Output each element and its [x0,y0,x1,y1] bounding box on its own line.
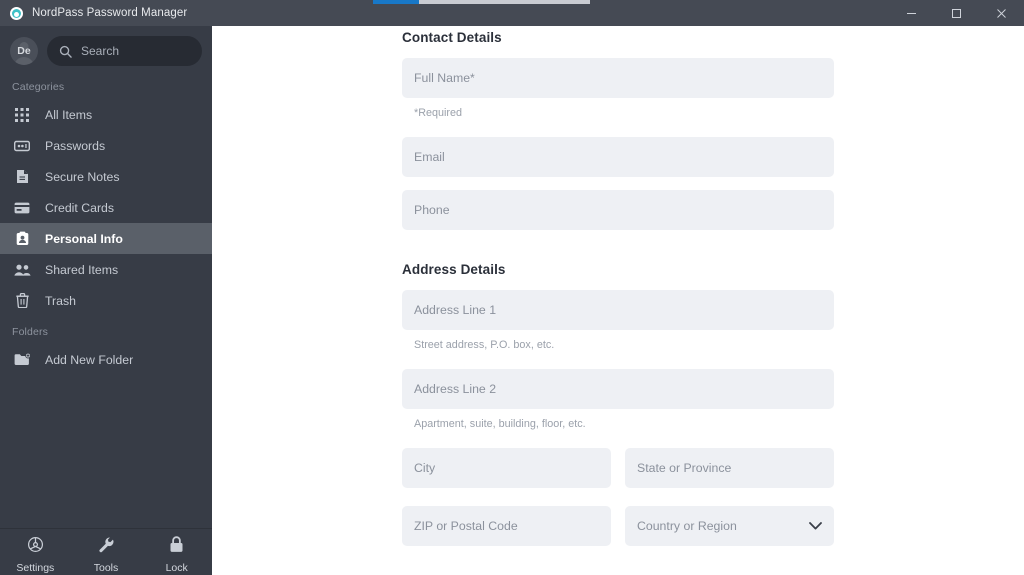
city-state-row: City State or Province [402,448,1024,488]
address-line-1-field[interactable]: Address Line 1 [402,290,834,330]
window-title: NordPass Password Manager [32,7,188,19]
zip-country-row: ZIP or Postal Code Country or Region [402,506,1024,546]
folders-label: Folders [12,326,49,338]
required-note: *Required [414,107,463,119]
progress-bar-fill [373,0,419,4]
search-icon [59,45,72,58]
zip-field[interactable]: ZIP or Postal Code [402,506,611,546]
zip-placeholder: ZIP or Postal Code [414,519,518,533]
address-line-2-field[interactable]: Address Line 2 [402,369,834,409]
grid-icon [12,106,32,124]
add-folder-icon [12,351,32,369]
chevron-down-icon [809,522,822,530]
maximize-icon[interactable] [934,0,979,26]
sidebar-item-add-new-folder[interactable]: Add New Folder [0,344,212,375]
lock-icon [169,536,184,558]
wrench-icon [98,536,115,558]
country-placeholder: Country or Region [637,519,737,533]
categories-label: Categories [12,81,65,93]
sidebar-item-label: Shared Items [45,262,119,277]
sidebar-item-personal-info[interactable]: Personal Info [0,223,212,254]
search-input[interactable]: Search [47,36,202,66]
sidebar-header: De Search [0,31,212,71]
country-select[interactable]: Country or Region [625,506,834,546]
sidebar-item-label: Trash [45,293,76,308]
avatar-initials: De [17,45,31,57]
city-field[interactable]: City [402,448,611,488]
close-icon[interactable] [979,0,1024,26]
full-name-placeholder: Full Name* [414,71,475,85]
app-window: NordPass Password Manager De Search Cate… [0,0,1024,575]
sidebar-item-shared-items[interactable]: Shared Items [0,254,212,285]
sidebar-item-label: Add New Folder [45,352,134,367]
address-line-1-helper: Street address, P.O. box, etc. [414,339,555,351]
address-line-1-placeholder: Address Line 1 [414,303,497,317]
email-field[interactable]: Email [402,137,834,177]
address-line-2-placeholder: Address Line 2 [414,382,497,396]
sidebar-item-secure-notes[interactable]: Secure Notes [0,161,212,192]
lock-label: Lock [165,562,188,574]
nordpass-logo-icon [10,6,23,20]
full-name-field[interactable]: Full Name* [402,58,834,98]
sidebar-item-label: Secure Notes [45,169,120,184]
settings-label: Settings [16,562,55,574]
trash-icon [12,292,32,310]
id-card-icon [12,230,32,248]
sidebar-item-label: Personal Info [45,231,123,246]
sidebar-item-label: Passwords [45,138,106,153]
password-icon [12,137,32,155]
sidebar-item-label: All Items [45,107,93,122]
sidebar-footer: Settings Tools Lock [0,529,212,575]
tools-button[interactable]: Tools [71,536,142,574]
phone-field[interactable]: Phone [402,190,834,230]
sidebar-item-all-items[interactable]: All Items [0,99,212,130]
address-line-2-helper: Apartment, suite, building, floor, etc. [414,418,586,430]
search-placeholder: Search [81,44,120,58]
email-placeholder: Email [414,150,445,164]
sidebar-item-credit-cards[interactable]: Credit Cards [0,192,212,223]
sidebar-item-label: Credit Cards [45,200,115,215]
sidebar-item-trash[interactable]: Trash [0,285,212,316]
city-placeholder: City [414,461,436,475]
sidebar-item-passwords[interactable]: Passwords [0,130,212,161]
settings-button[interactable]: Settings [0,536,71,574]
gear-icon [27,536,44,558]
state-placeholder: State or Province [637,461,732,475]
minimize-icon[interactable] [889,0,934,26]
lock-button[interactable]: Lock [141,536,212,574]
people-icon [12,261,32,279]
state-field[interactable]: State or Province [625,448,834,488]
credit-card-icon [12,199,32,217]
note-icon [12,168,32,186]
window-controls [889,0,1024,26]
phone-placeholder: Phone [414,203,450,217]
avatar[interactable]: De [10,37,38,65]
tools-label: Tools [93,562,119,574]
address-details-heading: Address Details [402,262,506,277]
avatar-silhouette-body [14,57,34,65]
contact-details-heading: Contact Details [402,30,502,45]
personal-info-form: Contact Details Full Name* *Required Ema… [212,26,1024,546]
sidebar: De Search Categories All Items Passwords… [0,26,212,575]
progress-bar [373,0,590,4]
main-content: Contact Details Full Name* *Required Ema… [212,26,1024,575]
